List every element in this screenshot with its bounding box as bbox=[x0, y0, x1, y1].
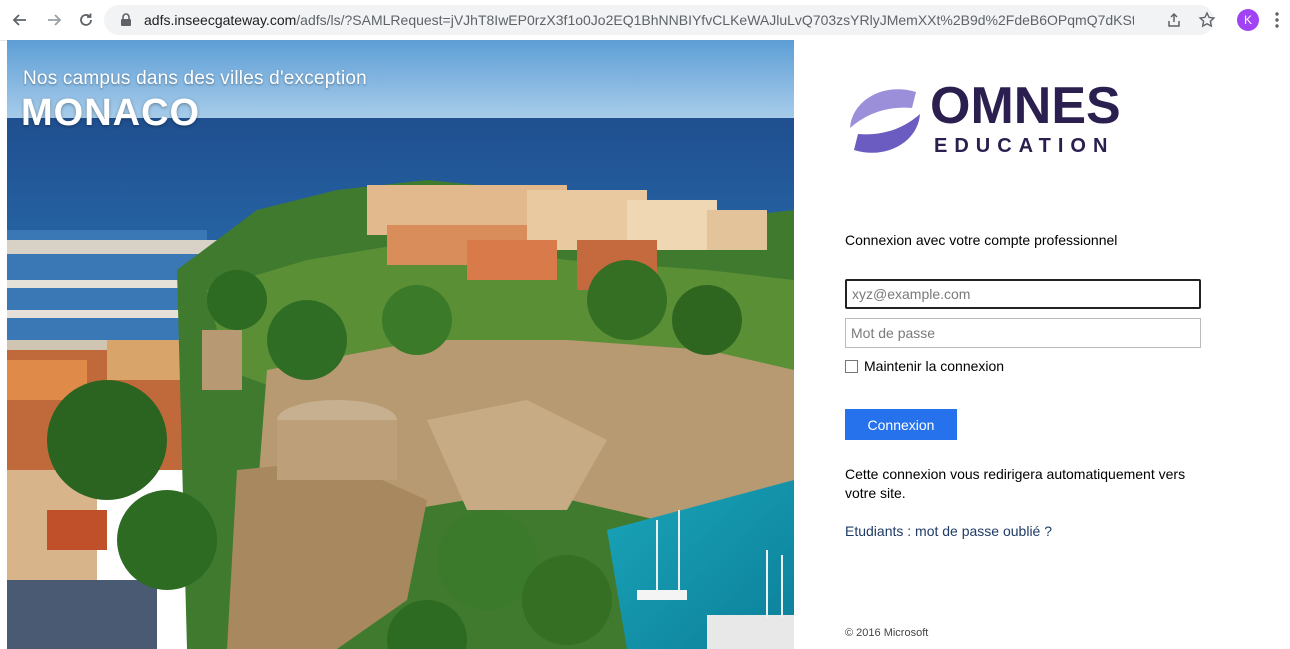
profile-avatar[interactable]: K bbox=[1237, 9, 1259, 31]
share-icon[interactable] bbox=[1166, 12, 1182, 28]
forward-arrow-icon bbox=[48, 14, 62, 26]
submit-button[interactable]: Connexion bbox=[845, 409, 957, 440]
email-input[interactable] bbox=[845, 279, 1201, 309]
logo-subtitle: EDUCATION bbox=[934, 135, 1115, 157]
login-panel: OMNES EDUCATION Connexion avec votre com… bbox=[794, 40, 1290, 649]
forgot-password-link[interactable]: Etudiants : mot de passe oublié ? bbox=[845, 523, 1052, 539]
keep-signed-in-label: Maintenir la connexion bbox=[864, 358, 1005, 374]
url-host: adfs.inseecgateway.com bbox=[144, 12, 297, 28]
hero-image: Nos campus dans des villes d'exception M… bbox=[7, 40, 794, 649]
redirect-info: Cette connexion vous redirigera automati… bbox=[845, 466, 1186, 501]
hero-subtitle: Nos campus dans des villes d'exception bbox=[23, 68, 367, 89]
url-path: /adfs/ls/?SAMLRequest=jVJhT8IwEP0rzX3f1o… bbox=[296, 12, 1134, 28]
url-text[interactable]: adfs.inseecgateway.com/adfs/ls/?SAMLRequ… bbox=[144, 5, 1134, 35]
reload-icon bbox=[80, 13, 92, 26]
hero-city: MONACO bbox=[21, 92, 201, 134]
keep-signed-in-checkbox[interactable] bbox=[845, 359, 858, 373]
login-heading: Connexion avec votre compte professionne… bbox=[845, 232, 1118, 248]
address-bar[interactable]: adfs.inseecgateway.com/adfs/ls/?SAMLRequ… bbox=[104, 5, 1216, 35]
copyright-footer: © 2016 Microsoft bbox=[845, 627, 929, 639]
browser-toolbar: adfs.inseecgateway.com/adfs/ls/?SAMLRequ… bbox=[0, 0, 1290, 41]
star-icon[interactable] bbox=[1198, 11, 1216, 29]
password-input[interactable] bbox=[845, 318, 1201, 348]
reload-button[interactable] bbox=[72, 6, 100, 34]
omnes-logo: OMNES EDUCATION bbox=[844, 78, 1154, 164]
logo-wordmark: OMNES bbox=[930, 77, 1121, 135]
lock-icon bbox=[121, 13, 131, 26]
omnes-swoosh-icon bbox=[850, 89, 920, 153]
keep-signed-in[interactable]: Maintenir la connexion bbox=[845, 358, 1004, 374]
back-arrow-icon bbox=[12, 14, 26, 26]
menu-kebab-icon[interactable] bbox=[1274, 11, 1280, 29]
forward-button[interactable] bbox=[40, 6, 68, 34]
back-button[interactable] bbox=[6, 6, 34, 34]
